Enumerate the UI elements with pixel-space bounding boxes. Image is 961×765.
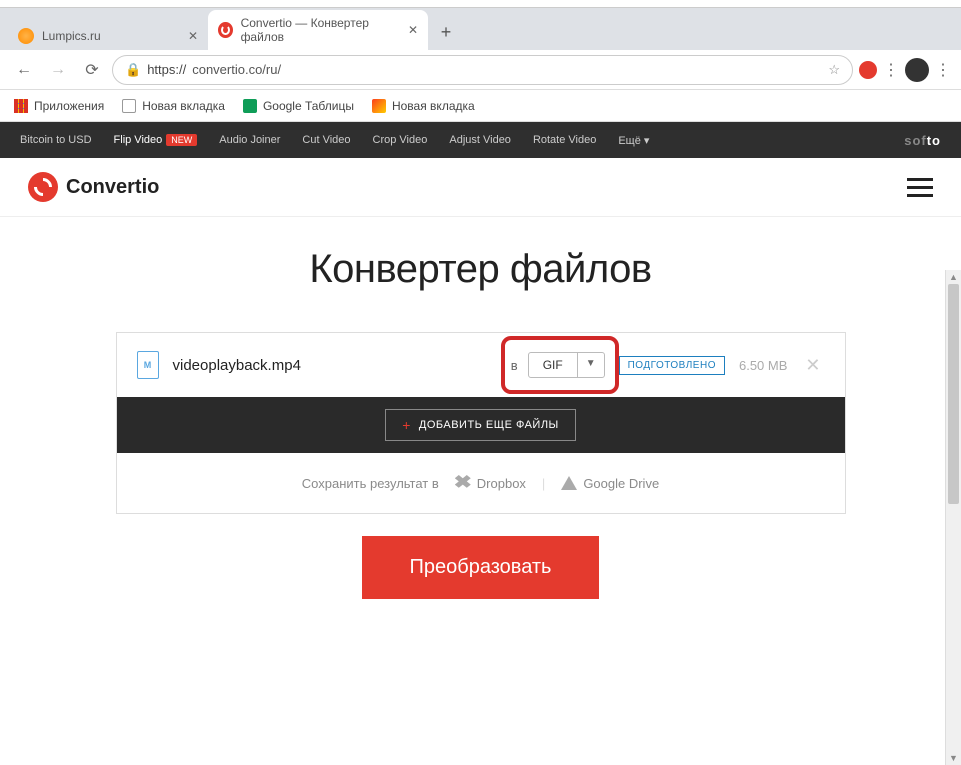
add-more-label: ДОБАВИТЬ ЕЩЕ ФАЙЛЫ	[419, 419, 559, 431]
logo-text: Convertio	[66, 176, 159, 199]
format-select[interactable]: GIF ▼	[528, 352, 605, 378]
tab-title: Convertio — Конвертер файлов	[241, 16, 400, 44]
dropbox-icon	[455, 475, 471, 491]
to-label: в	[511, 358, 518, 373]
format-group: в GIF ▼	[511, 352, 605, 378]
url-scheme: https://	[147, 62, 186, 77]
softo-link-bitcoin[interactable]: Bitcoin to USD	[20, 134, 92, 146]
scroll-down-icon[interactable]: ▼	[946, 751, 961, 765]
softo-link-cropvideo[interactable]: Crop Video	[373, 134, 428, 146]
softo-link-audiojoiner[interactable]: Audio Joiner	[219, 134, 280, 146]
softo-link-cutvideo[interactable]: Cut Video	[302, 134, 350, 146]
save-dropbox[interactable]: Dropbox	[455, 475, 526, 491]
profile-avatar[interactable]	[905, 58, 929, 82]
favicon-convertio-icon	[218, 22, 233, 38]
tab-close-button[interactable]: ✕	[408, 23, 418, 37]
remove-file-button[interactable]: ✕	[801, 355, 824, 376]
bookmark-newtab1[interactable]: Новая вкладка	[122, 99, 225, 113]
tab-convertio[interactable]: Convertio — Конвертер файлов ✕	[208, 10, 428, 50]
file-size: 6.50 MB	[739, 358, 787, 373]
add-more-row: + ДОБАВИТЬ ЕЩЕ ФАЙЛЫ	[117, 397, 845, 453]
softo-link-more[interactable]: Ещё ▾	[618, 134, 649, 147]
save-gdrive[interactable]: Google Drive	[561, 476, 659, 491]
softo-brand: softo	[904, 133, 941, 148]
add-more-files-button[interactable]: + ДОБАВИТЬ ЕЩЕ ФАЙЛЫ	[385, 409, 576, 441]
logo-icon	[28, 172, 58, 202]
url-host: convertio.co/ru/	[192, 62, 281, 77]
sheets-icon	[243, 99, 257, 113]
scrollbar[interactable]: ▲ ▼	[945, 270, 961, 765]
bookmark-apps[interactable]: Приложения	[14, 99, 104, 113]
logo[interactable]: Convertio	[28, 172, 159, 202]
divider: |	[542, 476, 545, 491]
page-icon	[122, 99, 136, 113]
bookmarks-bar: Приложения Новая вкладка Google Таблицы …	[0, 90, 961, 122]
bookmark-sheets[interactable]: Google Таблицы	[243, 99, 354, 113]
softo-link-flipvideo[interactable]: Flip VideoNEW	[114, 134, 198, 146]
bookmark-star-icon[interactable]: ☆	[828, 62, 840, 78]
new-badge: NEW	[166, 134, 197, 146]
file-type-icon: M	[137, 351, 159, 379]
extension-menu-icon[interactable]: ⋮	[883, 60, 899, 80]
format-value: GIF	[529, 353, 577, 377]
window-titlebar: — □ ✕	[0, 0, 961, 8]
extension-opera-icon[interactable]	[859, 61, 877, 79]
softo-toolbar: Bitcoin to USD Flip VideoNEW Audio Joine…	[0, 122, 961, 158]
chevron-down-icon: ▼	[577, 353, 604, 377]
tab-lumpics[interactable]: Lumpics.ru ✕	[8, 22, 208, 50]
yandex-icon	[372, 99, 386, 113]
softo-link-adjustvideo[interactable]: Adjust Video	[449, 134, 511, 146]
apps-icon	[14, 99, 28, 113]
new-tab-button[interactable]: +	[432, 18, 460, 46]
convert-button[interactable]: Преобразовать	[362, 536, 600, 599]
file-card: M videoplayback.mp4 в GIF ▼ ПОДГОТОВЛЕНО…	[116, 332, 846, 514]
file-name: videoplayback.mp4	[173, 357, 497, 374]
address-bar: ← → ⟳ 🔒 https:// convertio.co/ru/ ☆ ⋮ ⋮	[0, 50, 961, 90]
nav-reload-button[interactable]: ⟳	[78, 56, 106, 84]
plus-icon: +	[402, 417, 411, 433]
tab-title: Lumpics.ru	[42, 29, 101, 43]
nav-back-button[interactable]: ←	[10, 56, 38, 84]
tab-close-button[interactable]: ✕	[188, 29, 198, 43]
save-label: Сохранить результат в	[302, 476, 439, 491]
save-destination-row: Сохранить результат в Dropbox | Google D…	[117, 453, 845, 513]
scroll-up-icon[interactable]: ▲	[946, 270, 961, 284]
gdrive-icon	[561, 476, 577, 490]
bookmark-newtab2[interactable]: Новая вкладка	[372, 99, 475, 113]
lock-icon: 🔒	[125, 62, 141, 78]
file-row: M videoplayback.mp4 в GIF ▼ ПОДГОТОВЛЕНО…	[117, 333, 845, 397]
scroll-thumb[interactable]	[948, 284, 959, 504]
hamburger-menu-icon[interactable]	[907, 173, 933, 202]
favicon-lumpics-icon	[18, 28, 34, 44]
browser-menu-icon[interactable]: ⋮	[935, 60, 951, 80]
url-field[interactable]: 🔒 https:// convertio.co/ru/ ☆	[112, 55, 853, 85]
tab-bar: Lumpics.ru ✕ Convertio — Конвертер файло…	[0, 8, 961, 50]
status-badge: ПОДГОТОВЛЕНО	[619, 356, 725, 375]
site-header: Convertio	[0, 158, 961, 217]
nav-forward-button[interactable]: →	[44, 56, 72, 84]
main-content: Конвертер файлов M videoplayback.mp4 в G…	[0, 217, 961, 639]
softo-link-rotatevideo[interactable]: Rotate Video	[533, 134, 596, 146]
page-title: Конвертер файлов	[0, 247, 961, 292]
